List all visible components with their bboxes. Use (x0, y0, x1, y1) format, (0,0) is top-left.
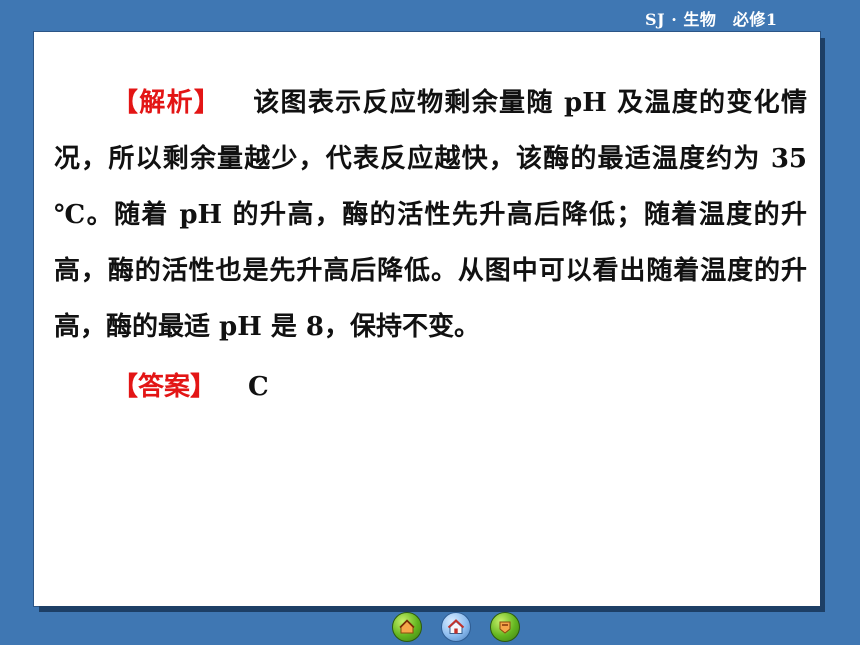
home-icon (447, 619, 465, 634)
answer-tag: 【答案】 (112, 372, 217, 402)
next-icon (499, 621, 511, 634)
content-card: 【解析】 该图表示反应物剩余量随 pH 及温度的变化情况，所以剩余量越少，代表反应… (34, 32, 820, 606)
slide-navigation (392, 612, 520, 642)
home-button[interactable] (441, 612, 471, 642)
analysis-text: 该图表示反应物剩余量随 pH 及温度的变化情况，所以剩余量越少，代表反应越快，该… (54, 88, 807, 342)
answer-text: C (248, 372, 269, 402)
analysis-paragraph: 【解析】 该图表示反应物剩余量随 pH 及温度的变化情况，所以剩余量越少，代表反应… (54, 75, 807, 355)
prev-button[interactable] (392, 612, 422, 642)
analysis-tag: 【解析】 (112, 88, 222, 118)
course-label: SJ · 生物 必修1 (645, 10, 778, 29)
prev-icon (399, 619, 415, 634)
answer-paragraph: 【答案】 C (54, 359, 807, 415)
next-button[interactable] (490, 612, 520, 642)
